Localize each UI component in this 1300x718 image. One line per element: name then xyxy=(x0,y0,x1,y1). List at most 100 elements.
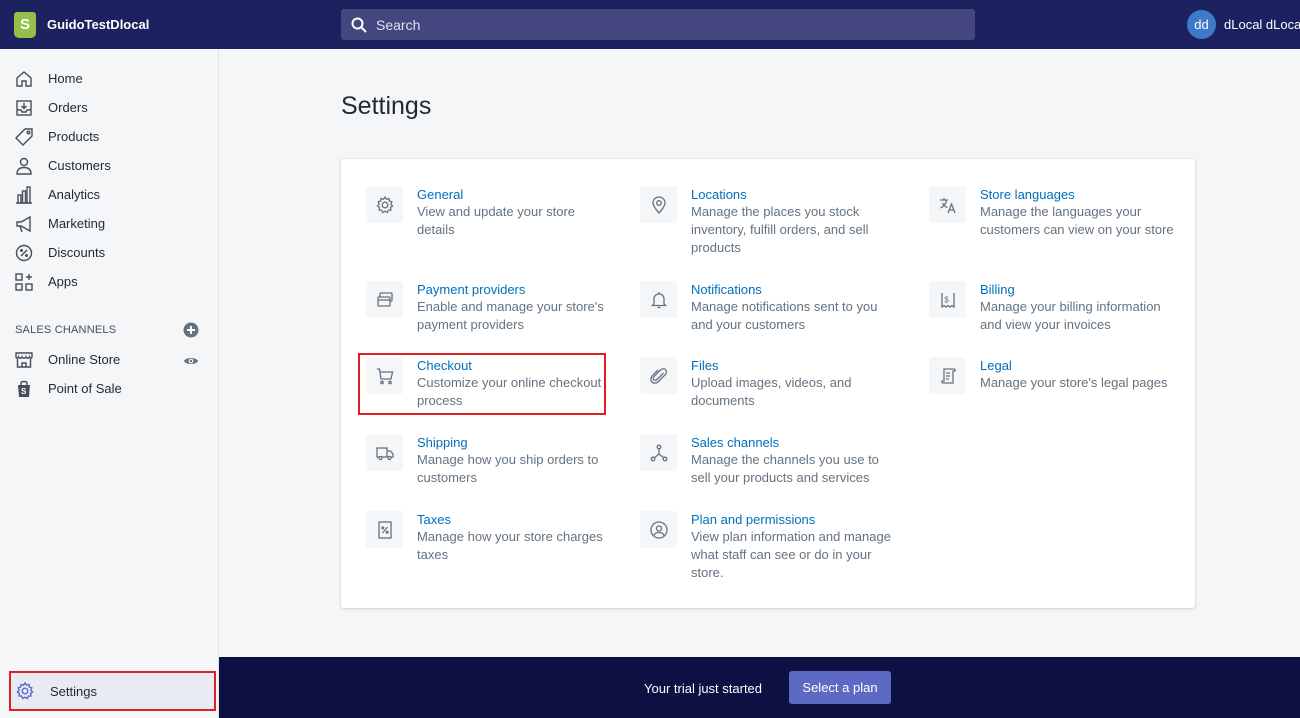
user-name: dLocal dLocal xyxy=(1224,17,1300,32)
setting-desc: Upload images, videos, and xyxy=(691,375,852,390)
sidebar-item-settings[interactable]: Settings xyxy=(9,671,216,711)
setting-desc: documents xyxy=(691,393,755,408)
svg-text:S: S xyxy=(21,387,27,396)
setting-general[interactable]: General View and update your store detai… xyxy=(366,186,575,239)
trial-text: Your trial just started xyxy=(644,681,763,696)
search-input[interactable] xyxy=(376,16,936,33)
setting-legal[interactable]: Legal Manage your store's legal pages xyxy=(929,357,1167,394)
sidebar-item-label: Products xyxy=(48,129,100,144)
location-pin-icon xyxy=(640,186,677,223)
setting-title[interactable]: Plan and permissions xyxy=(691,511,891,528)
tax-icon xyxy=(366,511,403,548)
pos-bag-icon: S xyxy=(18,380,30,397)
setting-taxes[interactable]: Taxes Manage how your store charges taxe… xyxy=(366,511,603,564)
setting-desc: sell your products and services xyxy=(691,470,870,485)
setting-desc: Manage your billing information xyxy=(980,299,1161,314)
sidebar-item-label: Apps xyxy=(48,274,78,289)
setting-title[interactable]: General xyxy=(417,186,575,203)
orders-icon xyxy=(16,99,32,116)
sidebar-item-label: Point of Sale xyxy=(48,381,122,396)
sidebar: Home Orders Products Customers Analytics… xyxy=(0,49,219,718)
setting-title[interactable]: Store languages xyxy=(980,186,1174,203)
sidebar-item-label: Customers xyxy=(48,158,111,173)
setting-desc: Manage the languages your xyxy=(980,204,1142,219)
customer-icon xyxy=(16,157,32,175)
setting-desc: store. xyxy=(691,565,724,580)
select-plan-button[interactable]: Select a plan xyxy=(789,671,891,704)
sidebar-item-analytics[interactable]: Analytics xyxy=(0,180,219,209)
setting-desc: payment providers xyxy=(417,317,524,332)
translate-icon xyxy=(929,186,966,223)
setting-title[interactable]: Legal xyxy=(980,357,1167,374)
setting-sales-channels[interactable]: Sales channels Manage the channels you u… xyxy=(640,434,879,487)
setting-title[interactable]: Payment providers xyxy=(417,281,604,298)
payment-icon xyxy=(366,281,403,318)
sidebar-item-home[interactable]: Home xyxy=(0,64,219,93)
store-brand[interactable]: S GuidoTestDlocal xyxy=(0,11,220,38)
top-bar: S GuidoTestDlocal dd dLocal dLocal xyxy=(0,0,1300,49)
setting-billing[interactable]: $ Billing Manage your billing informatio… xyxy=(929,281,1161,334)
sidebar-item-apps[interactable]: Apps xyxy=(0,267,219,296)
setting-title[interactable]: Sales channels xyxy=(691,434,879,451)
sidebar-item-label: Discounts xyxy=(48,245,106,260)
setting-notifications[interactable]: Notifications Manage notifications sent … xyxy=(640,281,877,334)
setting-title[interactable]: Billing xyxy=(980,281,1161,298)
setting-desc: customers xyxy=(417,470,477,485)
setting-desc: Enable and manage your store's xyxy=(417,299,604,314)
setting-store-languages[interactable]: Store languages Manage the languages you… xyxy=(929,186,1174,239)
setting-payment-providers[interactable]: Payment providers Enable and manage your… xyxy=(366,281,604,334)
apps-icon xyxy=(15,272,33,291)
sidebar-item-label: Online Store xyxy=(48,352,121,367)
discount-icon xyxy=(15,244,33,261)
eye-icon[interactable] xyxy=(183,353,199,369)
home-icon xyxy=(16,70,32,87)
gear-icon xyxy=(16,681,34,700)
svg-text:$: $ xyxy=(944,295,949,304)
bell-icon xyxy=(640,281,677,318)
store-name: GuidoTestDlocal xyxy=(47,17,150,32)
trial-banner: Your trial just started Select a plan xyxy=(219,657,1300,718)
user-menu[interactable]: dd dLocal dLocal xyxy=(1187,10,1300,39)
setting-desc: and view your invoices xyxy=(980,317,1111,332)
setting-locations[interactable]: Locations Manage the places you stock in… xyxy=(640,186,869,257)
setting-desc: what staff can see or do in your xyxy=(691,547,872,562)
setting-desc: products xyxy=(691,240,741,255)
sidebar-item-orders[interactable]: Orders xyxy=(0,93,219,122)
megaphone-icon xyxy=(16,215,31,232)
setting-desc: details xyxy=(417,222,455,237)
channels-icon xyxy=(640,434,677,471)
setting-title[interactable]: Locations xyxy=(691,186,869,203)
gear-icon xyxy=(366,186,403,223)
setting-desc: View plan information and manage xyxy=(691,529,891,544)
sidebar-item-products[interactable]: Products xyxy=(0,122,219,151)
setting-title[interactable]: Shipping xyxy=(417,434,598,451)
search-bar[interactable] xyxy=(341,9,975,40)
shopify-logo-icon: S xyxy=(14,11,36,38)
setting-title[interactable]: Taxes xyxy=(417,511,603,528)
sidebar-item-customers[interactable]: Customers xyxy=(0,151,219,180)
setting-title[interactable]: Files xyxy=(691,357,851,374)
setting-shipping[interactable]: Shipping Manage how you ship orders to c… xyxy=(366,434,598,487)
checkout-highlight-box xyxy=(358,353,606,415)
sidebar-item-point-of-sale[interactable]: S Point of Sale xyxy=(0,374,219,403)
setting-desc: taxes xyxy=(417,547,449,562)
sidebar-item-label: Analytics xyxy=(48,187,101,202)
setting-desc: View and update your store xyxy=(417,204,576,219)
sidebar-item-label: Home xyxy=(48,71,83,86)
setting-plan-and-permissions[interactable]: Plan and permissions View plan informati… xyxy=(640,511,891,582)
sidebar-item-label: Settings xyxy=(50,683,97,699)
tag-icon xyxy=(15,127,33,146)
sidebar-item-marketing[interactable]: Marketing xyxy=(0,209,219,238)
setting-desc: Manage your store's legal pages xyxy=(980,375,1168,390)
legal-icon xyxy=(929,357,966,394)
page-title: Settings xyxy=(341,92,432,120)
sidebar-item-discounts[interactable]: Discounts xyxy=(0,238,219,267)
setting-files[interactable]: Files Upload images, videos, and documen… xyxy=(640,357,851,410)
paperclip-icon xyxy=(640,357,677,394)
setting-desc: Manage notifications sent to you xyxy=(691,299,878,314)
billing-icon: $ xyxy=(929,281,966,318)
add-channel-icon[interactable] xyxy=(183,322,199,338)
sidebar-item-label: Marketing xyxy=(48,216,106,231)
setting-title[interactable]: Notifications xyxy=(691,281,877,298)
setting-desc: Manage how your store charges xyxy=(417,529,603,544)
